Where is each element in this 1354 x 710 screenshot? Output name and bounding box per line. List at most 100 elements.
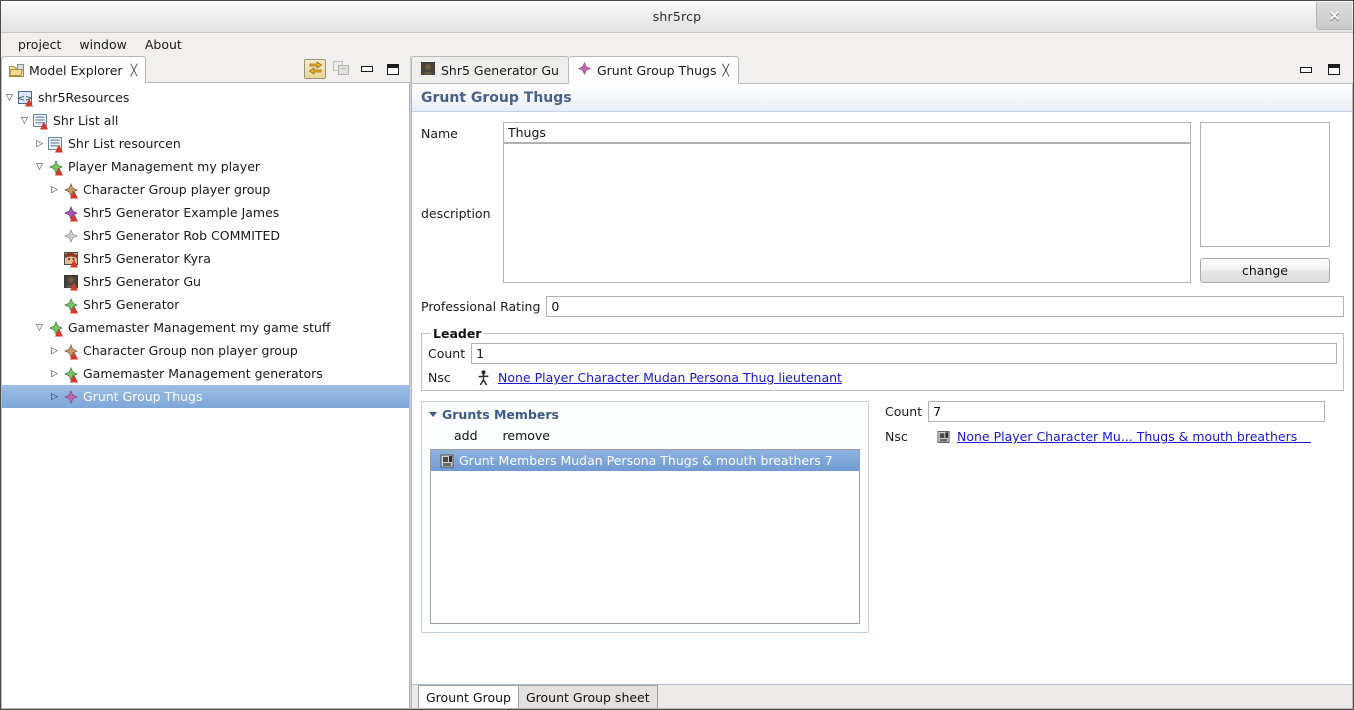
tree-item[interactable]: ▽ <> shr5Resources [2, 86, 409, 109]
editor-tabbar: Shr5 Generator Gu Grunt Group Thugs ╳ [411, 56, 1353, 84]
grunt-nsc-label: Nsc [885, 429, 908, 444]
list-icon [32, 113, 49, 130]
collapse-all-button[interactable] [330, 59, 352, 79]
tree-item[interactable]: ▽ Shr List all [2, 109, 409, 132]
tree-item[interactable]: ▷ Gamemaster Management generators [2, 362, 409, 385]
remove-button[interactable]: remove [503, 428, 550, 443]
folder-icon [9, 63, 24, 77]
collapse-all-icon [333, 60, 349, 78]
list-item[interactable]: Grunt Members Mudan Persona Thugs & mout… [431, 450, 859, 471]
tree-item[interactable]: ▽ Gamemaster Management my game stuff [2, 316, 409, 339]
tree-item[interactable]: Shr5 Generator Gu [2, 270, 409, 293]
view-minimize-button[interactable] [356, 59, 378, 79]
portrait-kyra-icon [62, 251, 79, 268]
title-bar: shr5rcp ✕ [1, 1, 1353, 33]
tree-item[interactable]: ▷ Shr List resourcen [2, 132, 409, 155]
description-input[interactable] [503, 143, 1191, 283]
tree-item[interactable]: ▷ Character Group non player group [2, 339, 409, 362]
tree-item-label: shr5Resources [38, 90, 130, 105]
chevron-right-icon[interactable]: ▷ [47, 392, 62, 402]
menu-item-window[interactable]: window [70, 35, 135, 54]
tree-item-label: Gamemaster Management my game stuff [68, 320, 331, 335]
close-icon[interactable]: ╳ [131, 64, 138, 77]
editor-toolbar [738, 56, 1353, 84]
view-maximize-button[interactable] [382, 59, 404, 79]
grunt-count-label: Count [885, 404, 923, 419]
grunt-count-input[interactable] [928, 401, 1325, 422]
tab-grount-group-sheet[interactable]: Grount Group sheet [517, 685, 658, 708]
leader-nsc-label: Nsc [428, 370, 451, 385]
leader-nsc-link[interactable]: None Player Character Mudan Persona Thug… [498, 370, 842, 385]
grunt-members-list[interactable]: Grunt Members Mudan Persona Thugs & mout… [430, 449, 860, 624]
tree-item[interactable]: ▷ Grunt Group Thugs [2, 385, 409, 408]
close-icon: ✕ [1328, 6, 1341, 25]
tab-model-explorer[interactable]: Model Explorer ╳ [1, 56, 147, 83]
tree-item-label: Gamemaster Management generators [83, 366, 323, 381]
tree-item-label: Shr5 Generator Rob COMMITED [83, 228, 281, 243]
tree-item[interactable]: Shr5 Generator Example James [2, 201, 409, 224]
link-underline-tail [1297, 430, 1312, 443]
tree-item-label: Shr List all [53, 113, 119, 128]
description-label: description [421, 205, 491, 221]
tab-label: Model Explorer [29, 62, 123, 78]
form-page-tabs: Grount Group Grount Group sheet [412, 684, 1352, 708]
chevron-down-icon[interactable] [429, 412, 437, 417]
tree-item[interactable]: ▷ Character Group player group [2, 178, 409, 201]
add-button[interactable]: add [454, 428, 478, 443]
chevron-right-icon[interactable]: ▷ [47, 346, 62, 356]
grunt-nsc-link[interactable]: None Player Character Mu... Thugs & mout… [957, 429, 1297, 444]
resource-icon: <> [17, 90, 34, 107]
chevron-down-icon[interactable]: ▽ [32, 162, 47, 172]
application-window: shr5rcp ✕ project window About Model Exp… [0, 0, 1354, 710]
tree-item[interactable]: Shr5 Generator Rob COMMITED [2, 224, 409, 247]
tab-grount-group[interactable]: Grount Group [418, 685, 519, 708]
maximize-icon [387, 63, 399, 75]
tree-item[interactable]: ▽ Player Management my player [2, 155, 409, 178]
close-icon[interactable]: ╳ [723, 64, 730, 77]
link-with-editor-icon [308, 60, 323, 78]
tab-shr5-generator-gu[interactable]: Shr5 Generator Gu [411, 56, 569, 84]
window-title: shr5rcp [652, 9, 702, 24]
change-button[interactable]: change [1200, 258, 1330, 283]
link-with-editor-button[interactable] [304, 59, 326, 79]
chevron-right-icon[interactable]: ▷ [47, 369, 62, 379]
model-tree[interactable]: ▽ <> shr5Resources ▽ Shr List all ▷ Shr List r… [1, 83, 410, 709]
editor-maximize-button[interactable] [1323, 60, 1345, 80]
purple-diamond-icon [62, 205, 79, 222]
tree-item-label: Character Group non player group [83, 343, 298, 358]
leader-group: Leader Count Nsc [421, 326, 1344, 391]
tree-item-label: Shr5 Generator Gu [83, 274, 201, 289]
green-diamond-icon [47, 320, 64, 337]
menu-item-project[interactable]: project [9, 35, 70, 54]
tab-grunt-group-thugs[interactable]: Grunt Group Thugs ╳ [567, 56, 740, 84]
tree-item-label: Shr5 Generator Example James [83, 205, 280, 220]
tree-item-label: Shr5 Generator Kyra [83, 251, 211, 266]
list-item-label: Grunt Members Mudan Persona Thugs & mout… [459, 453, 833, 468]
menu-bar: project window About [1, 33, 1353, 56]
window-close-button[interactable]: ✕ [1316, 2, 1352, 30]
minimize-icon [361, 66, 373, 72]
chevron-right-icon[interactable]: ▷ [47, 185, 62, 195]
grunts-members-section: Grunts Members add remove Grunt Members … [421, 401, 869, 633]
green-diamond-icon [47, 159, 64, 176]
leader-count-input[interactable] [471, 343, 1337, 364]
chevron-right-icon[interactable]: ▷ [32, 139, 47, 149]
tree-item-label: Character Group player group [83, 182, 271, 197]
name-input[interactable] [503, 122, 1191, 143]
portrait-preview[interactable] [1200, 122, 1330, 247]
workbench: Model Explorer ╳ ▽ <> shr5Resources ▽ Sh… [1, 56, 1353, 709]
model-explorer-view: Model Explorer ╳ ▽ <> shr5Resources ▽ Sh… [1, 56, 410, 709]
grunts-members-title[interactable]: Grunts Members [422, 402, 868, 425]
chevron-down-icon[interactable]: ▽ [17, 116, 32, 126]
person-icon [478, 370, 489, 385]
editor-minimize-button[interactable] [1295, 60, 1317, 80]
tree-item[interactable]: Shr5 Generator [2, 293, 409, 316]
professional-rating-input[interactable] [546, 296, 1344, 317]
pink-diamond-icon [62, 389, 79, 405]
leader-count-label: Count [428, 346, 466, 361]
chevron-down-icon[interactable]: ▽ [32, 323, 47, 333]
name-label: Name [421, 126, 458, 141]
tree-item[interactable]: Shr5 Generator Kyra [2, 247, 409, 270]
menu-item-about[interactable]: About [136, 35, 191, 54]
chevron-down-icon[interactable]: ▽ [2, 93, 17, 103]
